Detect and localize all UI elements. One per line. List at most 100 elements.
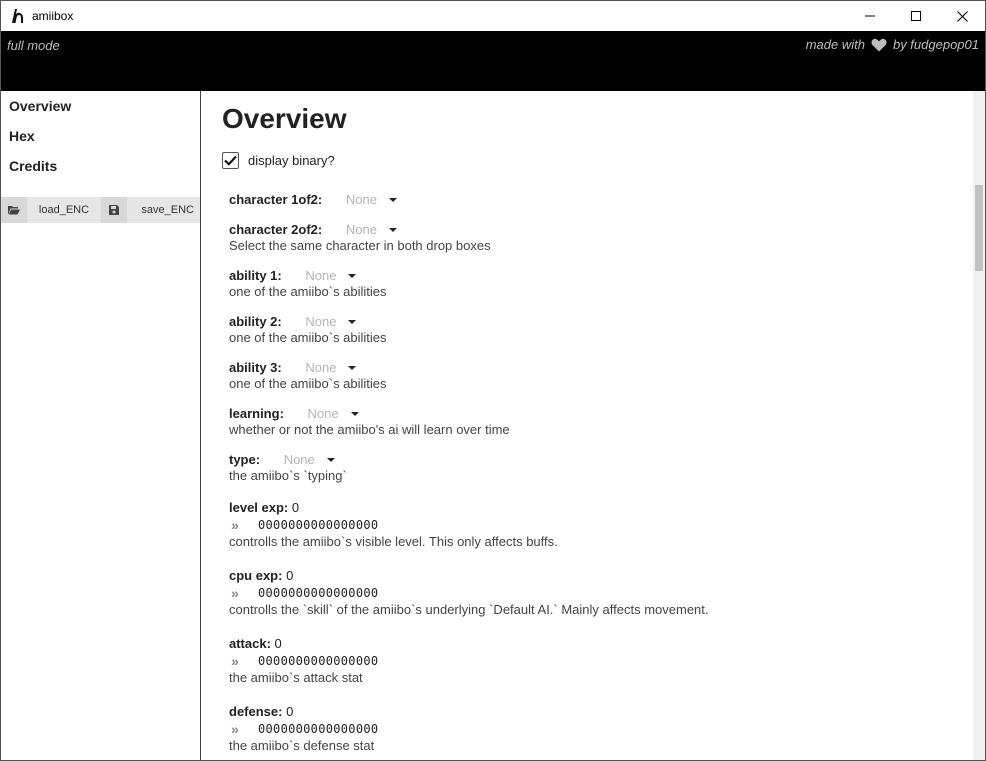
ability2-label: ability 2: [229,314,282,329]
credit-line: made with by fudgepop01 [806,37,979,52]
ability1-label: ability 1: [229,268,282,283]
learning-label: learning: [229,406,284,421]
display-binary-checkbox[interactable] [222,152,239,169]
save-icon[interactable] [101,197,127,223]
ability3-desc: one of the amiibo`s abilities [229,376,387,391]
ability1-value: None [305,268,337,283]
character1-value: None [345,192,377,207]
made-with-text: made with [805,37,865,52]
maximize-icon [911,11,921,21]
chevron-down-icon [350,411,359,416]
chevron-down-icon [388,227,397,232]
type-label: type: [229,452,261,467]
attack-label: attack: [229,636,271,651]
defense-desc: the amiibo`s defense stat [229,738,375,753]
cpu-exp-binary-row: » 0000000000000000 [229,585,709,601]
file-actions: load_ENC save_ENC [1,197,200,223]
display-binary-label: display binary? [248,153,335,168]
cpu-exp-binary: 0000000000000000 [258,586,379,600]
defense-binary: 0000000000000000 [258,722,379,736]
ability1-field: ability 1: None one of the amiibo`s abil… [229,268,387,299]
save-enc-button[interactable]: save_ENC [127,197,200,223]
sidebar: Overview Hex Credits load_ENC save_ENC [1,91,201,760]
sidebar-item-hex[interactable]: Hex [1,121,200,151]
load-enc-button[interactable]: load_ENC [27,197,101,223]
vertical-scrollbar[interactable] [973,91,985,760]
cpu-exp-field: cpu exp: 0 » 0000000000000000 controlls … [229,568,709,617]
minimize-button[interactable] [847,1,893,31]
page-title: Overview [222,103,347,134]
close-button[interactable] [939,1,985,31]
window-title: amiibox [32,9,74,23]
window-controls [847,1,985,31]
mode-label: full mode [7,38,60,53]
main-content: Overview display binary? character 1of2:… [202,91,975,760]
type-select[interactable]: None [284,452,335,467]
type-field: type: None the amiibo`s `typing` [229,452,347,483]
learning-field: learning: None whether or not the amiibo… [229,406,510,437]
author-text: by fudgepop01 [892,37,979,52]
scrollbar-thumb[interactable] [975,185,983,271]
attack-field: attack: 0 » 0000000000000000 the amiibo`… [229,636,378,685]
app-header: full mode made with by fudgepop01 [1,31,985,91]
level-exp-value[interactable]: 0 [292,500,299,515]
ability3-value: None [305,360,337,375]
display-binary-toggle[interactable]: display binary? [222,152,335,169]
character1-field: character 1of2: None [229,192,397,207]
chevron-double-right-icon: » [231,721,239,737]
attack-desc: the amiibo`s attack stat [229,670,363,685]
ability2-desc: one of the amiibo`s abilities [229,330,387,345]
chevron-down-icon [388,197,397,202]
character2-value: None [345,222,377,237]
chevron-double-right-icon: » [231,517,239,533]
sidebar-item-overview[interactable]: Overview [1,91,200,121]
chevron-down-icon [348,273,357,278]
defense-value[interactable]: 0 [286,704,293,719]
type-desc: the amiibo`s `typing` [229,468,347,483]
chevron-down-icon [326,457,335,462]
sidebar-item-credits[interactable]: Credits [1,151,200,181]
character2-label: character 2of2: [229,222,323,237]
cpu-exp-value[interactable]: 0 [286,568,293,583]
title-bar[interactable]: amiibox [1,1,985,31]
ability3-select[interactable]: None [305,360,357,375]
level-exp-desc: controlls the amiibo`s visible level. Th… [229,534,558,549]
level-exp-binary: 0000000000000000 [258,518,379,532]
ability2-select[interactable]: None [305,314,357,329]
cpu-exp-label: cpu exp: [229,568,283,583]
level-exp-binary-row: » 0000000000000000 [229,517,558,533]
level-exp-field: level exp: 0 » 0000000000000000 controll… [229,500,558,549]
app-window: amiibox full mode made with by fudgepop0… [0,0,986,761]
ability3-field: ability 3: None one of the amiibo`s abil… [229,360,387,391]
learning-value: None [307,406,339,421]
check-icon [224,155,237,166]
ability1-desc: one of the amiibo`s abilities [229,284,387,299]
defense-binary-row: » 0000000000000000 [229,721,378,737]
defense-label: defense: [229,704,283,719]
heart-icon [871,38,887,52]
ability3-label: ability 3: [229,360,282,375]
chevron-down-icon [348,319,357,324]
defense-field: defense: 0 » 0000000000000000 the amiibo… [229,704,378,753]
ability1-select[interactable]: None [305,268,357,283]
minimize-icon [865,15,875,17]
attack-value[interactable]: 0 [275,636,282,651]
amiibo-logo-icon [10,8,26,24]
close-icon [956,10,968,22]
ability2-field: ability 2: None one of the amiibo`s abil… [229,314,387,345]
character1-select[interactable]: None [346,192,397,207]
character2-desc: Select the same character in both drop b… [229,238,491,253]
learning-select[interactable]: None [308,406,359,421]
attack-binary-row: » 0000000000000000 [229,653,378,669]
ability2-value: None [305,314,337,329]
type-value: None [283,452,315,467]
character1-label: character 1of2: [229,192,323,207]
cpu-exp-desc: controlls the `skill` of the amiibo`s un… [229,602,709,617]
folder-open-icon[interactable] [1,197,27,223]
character2-field: character 2of2: None Select the same cha… [229,222,491,253]
character2-select[interactable]: None [346,222,397,237]
chevron-double-right-icon: » [231,585,239,601]
chevron-double-right-icon: » [231,653,239,669]
learning-desc: whether or not the amiibo's ai will lear… [229,422,510,437]
maximize-button[interactable] [893,1,939,31]
